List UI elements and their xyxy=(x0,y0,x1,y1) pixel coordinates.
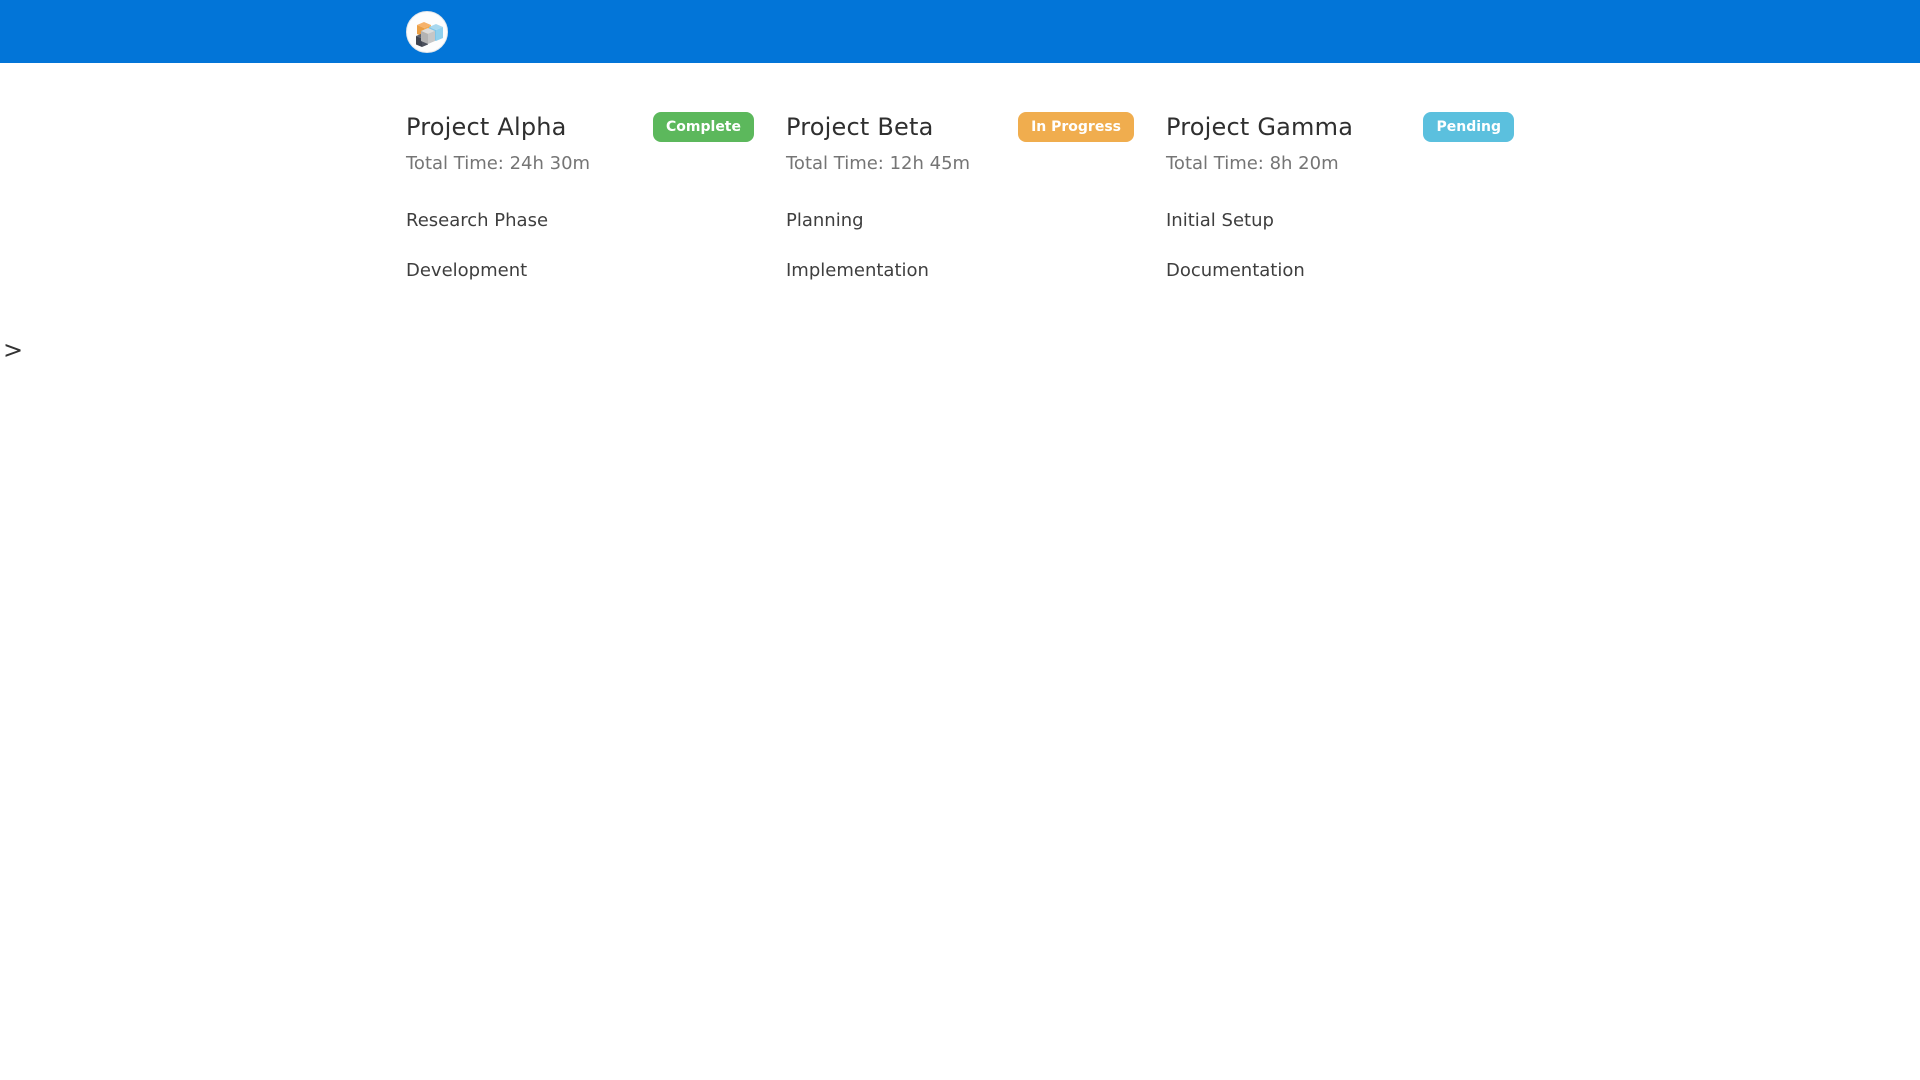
total-time-label: Total Time: 12h 45m xyxy=(786,153,971,174)
task-item: Documentation xyxy=(1166,260,1305,281)
page-header xyxy=(0,0,1920,63)
project-card: Project Gamma Pending Total Time: 8h 20m… xyxy=(1166,112,1514,281)
project-title: Project Alpha xyxy=(406,113,567,141)
status-badge: Complete xyxy=(653,112,754,142)
task-item: Initial Setup xyxy=(1166,210,1274,231)
task-list: Planning Implementation xyxy=(786,210,1134,281)
total-time-label: Total Time: 8h 20m xyxy=(1166,153,1339,174)
project-card-header: Project Beta In Progress xyxy=(786,112,1134,142)
cubes-logo-icon xyxy=(406,10,448,53)
projects-grid: Project Alpha Complete Total Time: 24h 3… xyxy=(406,63,1514,281)
status-badge: Pending xyxy=(1423,112,1514,142)
task-item: Development xyxy=(406,260,528,281)
task-list: Initial Setup Documentation xyxy=(1166,210,1514,281)
project-card: Project Alpha Complete Total Time: 24h 3… xyxy=(406,112,754,281)
task-item: Research Phase xyxy=(406,210,549,231)
stray-caret-text: > xyxy=(3,336,24,364)
task-item: Implementation xyxy=(786,260,929,281)
header-inner xyxy=(406,0,1514,63)
project-title: Project Gamma xyxy=(1166,113,1354,141)
task-list: Research Phase Development xyxy=(406,210,754,281)
total-time-label: Total Time: 24h 30m xyxy=(406,153,591,174)
project-card-header: Project Alpha Complete xyxy=(406,112,754,142)
status-badge: In Progress xyxy=(1018,112,1134,142)
project-title: Project Beta xyxy=(786,113,934,141)
project-card-header: Project Gamma Pending xyxy=(1166,112,1514,142)
task-item: Planning xyxy=(786,210,864,231)
project-card: Project Beta In Progress Total Time: 12h… xyxy=(786,112,1134,281)
